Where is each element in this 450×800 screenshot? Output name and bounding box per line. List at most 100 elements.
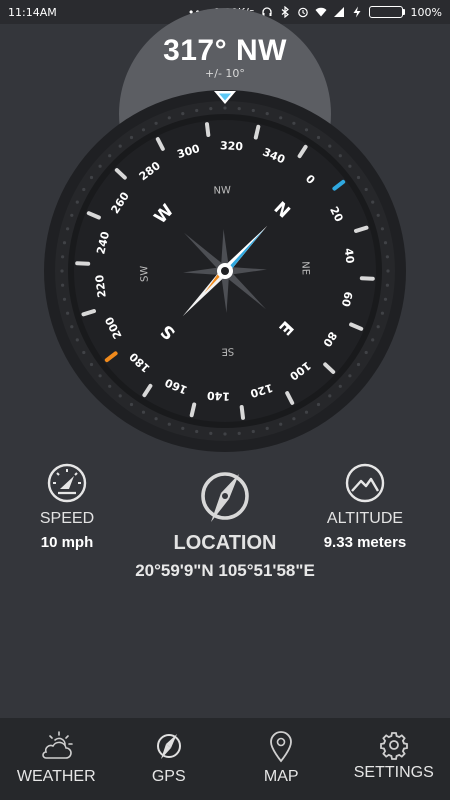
bezel-dot xyxy=(60,269,64,273)
heading-accuracy: +/- 10° xyxy=(205,67,245,80)
nav-settings-label: SETTINGS xyxy=(353,764,434,781)
bezel-dot xyxy=(66,227,70,231)
nav-map-label: MAP xyxy=(263,768,299,785)
map-pin-icon xyxy=(270,731,293,763)
bezel-dot xyxy=(129,135,134,140)
charging-icon xyxy=(353,6,361,18)
bezel-dot xyxy=(70,325,74,329)
bezel-dot xyxy=(338,154,342,158)
bezel-dot xyxy=(385,255,389,259)
bezel-dot xyxy=(383,297,388,301)
bezel-dot xyxy=(328,394,332,398)
compass-dial: 0204060801001201401601802002202402602803… xyxy=(44,90,406,452)
alarm-icon xyxy=(297,7,308,18)
bezel-dot xyxy=(82,187,86,192)
bezel-dot xyxy=(348,164,352,168)
nav-settings[interactable]: SETTINGS xyxy=(338,718,450,800)
bezel-dot xyxy=(75,200,79,204)
bezel-dot xyxy=(380,311,384,315)
bezel-dot xyxy=(364,187,368,192)
bezel-dot xyxy=(251,108,255,113)
wifi-icon xyxy=(315,7,327,17)
bezel-dot xyxy=(304,410,309,414)
bezel-dot xyxy=(89,175,94,180)
bezel-dot xyxy=(62,297,67,301)
bezel-dot xyxy=(371,200,375,204)
tick-mark xyxy=(205,122,211,137)
bezel-dot xyxy=(237,107,241,111)
bezel-dot xyxy=(279,116,283,120)
nav-gps[interactable]: GPS xyxy=(113,718,226,800)
bezel-dot xyxy=(328,144,332,148)
bezel-dot xyxy=(386,269,390,273)
bezel-dot xyxy=(154,121,158,125)
tick-mark xyxy=(253,124,261,140)
bezel-dot xyxy=(98,164,102,168)
bezel-dot xyxy=(292,121,296,125)
bezel-dot xyxy=(265,426,269,430)
bezel-dot xyxy=(338,384,342,388)
degree-label: 40 xyxy=(342,247,357,264)
nav-gps-label: GPS xyxy=(151,768,186,785)
intercardinal-label: SW xyxy=(139,265,151,282)
bezel-dot xyxy=(66,311,70,315)
battery-percent: 100% xyxy=(410,5,442,19)
heading-pointer-icon xyxy=(214,91,236,104)
tick-mark xyxy=(239,405,245,420)
bezel-dot xyxy=(265,112,269,116)
bezel-dot xyxy=(118,144,122,148)
bezel-dot xyxy=(251,429,255,434)
bezel-dot xyxy=(356,175,361,180)
intercardinal-label: NW xyxy=(213,185,231,197)
bezel-dot xyxy=(376,213,380,217)
bezel-dot xyxy=(383,241,388,245)
bezel-dot xyxy=(141,128,146,132)
bezel-dot xyxy=(61,255,65,259)
compass-icon xyxy=(201,472,249,522)
bezel-dot xyxy=(108,154,112,158)
bezel-dot xyxy=(167,116,171,120)
altitude-stat: ALTITUDE 9.33 meters xyxy=(315,462,415,551)
bezel-dot xyxy=(371,338,375,342)
bezel-dot xyxy=(376,325,380,329)
bezel-dot xyxy=(209,107,213,111)
nav-weather[interactable]: WEATHER xyxy=(0,718,113,800)
nav-map[interactable]: MAP xyxy=(225,718,338,800)
signal-icon xyxy=(333,7,344,17)
battery-icon xyxy=(368,6,405,18)
bezel-dot xyxy=(364,350,368,355)
intercardinal-label: SE xyxy=(221,345,234,356)
bezel-dot xyxy=(141,410,146,414)
degree-label: 140 xyxy=(206,389,230,403)
bezel-dot xyxy=(82,350,86,355)
bezel-dot xyxy=(129,402,134,407)
bezel-dot xyxy=(89,362,94,367)
bezel-dot xyxy=(181,426,185,430)
bezel-dot xyxy=(209,431,213,435)
location-value: 20°59'9"N 105°51'58"E xyxy=(135,561,315,580)
bezel-dot xyxy=(316,402,321,407)
bezel-dot xyxy=(70,213,74,217)
needle-hub-center xyxy=(221,267,229,275)
bezel-dot xyxy=(75,338,79,342)
bezel-dot xyxy=(223,106,227,110)
bezel-dot xyxy=(385,283,389,287)
bezel-dot xyxy=(380,227,384,231)
bezel-dot xyxy=(292,417,296,421)
nav-weather-label: WEATHER xyxy=(16,768,96,785)
intercardinal-label: NE xyxy=(299,261,310,275)
bezel-dot xyxy=(98,374,102,378)
bezel-dot xyxy=(316,135,321,140)
compass-icon xyxy=(156,734,181,759)
degree-label: 320 xyxy=(220,139,244,153)
bezel-dot xyxy=(223,432,227,436)
bezel-dot xyxy=(195,108,199,113)
bezel-dot xyxy=(181,112,185,116)
altitude-label: ALTITUDE xyxy=(326,510,404,527)
bezel-dot xyxy=(356,362,361,367)
bezel-dot xyxy=(279,422,283,426)
bezel-dot xyxy=(118,394,122,398)
bottom-nav: WEATHER GPS MAP SETTINGS xyxy=(0,718,450,800)
bezel-dot xyxy=(62,241,67,245)
bezel-dot xyxy=(195,429,199,434)
